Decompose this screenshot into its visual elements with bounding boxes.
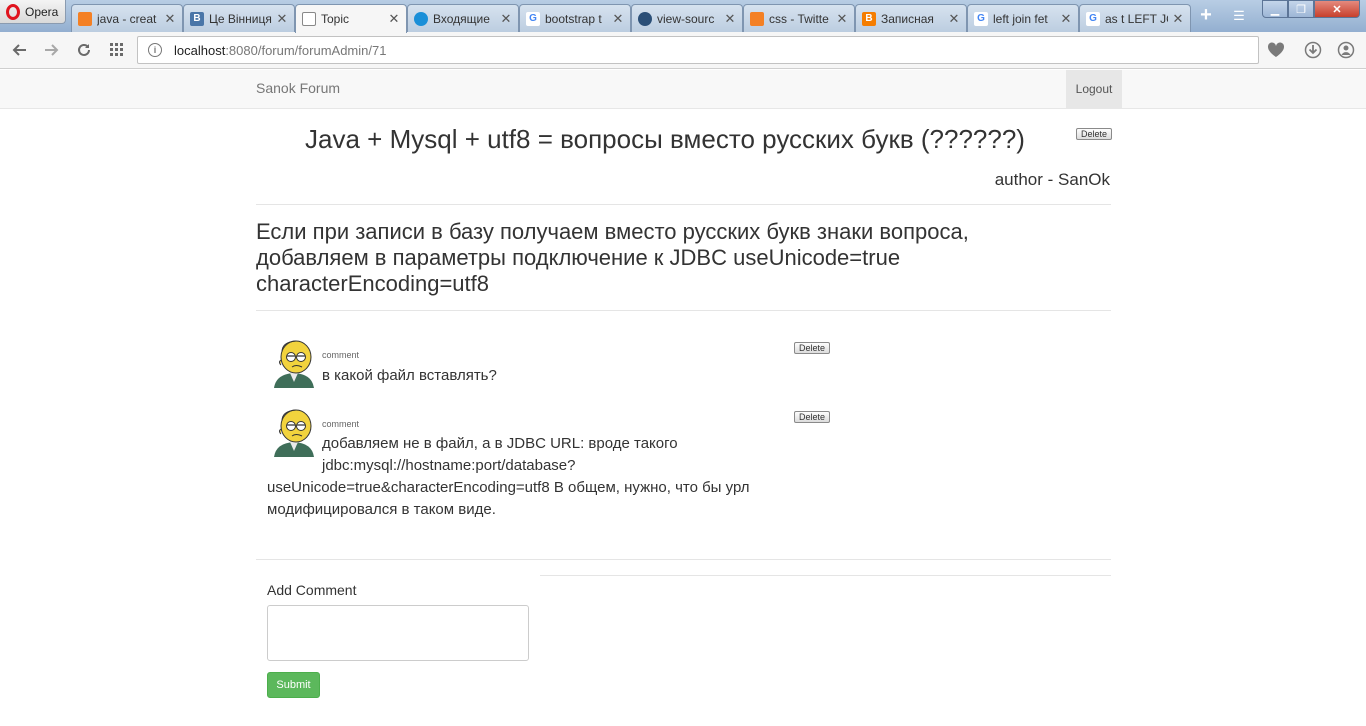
tab-close-icon[interactable]: ✕ xyxy=(500,11,512,27)
comment-label: comment xyxy=(322,419,360,429)
browser-tabstrip: Opera java - creat ✕ В Це Вінниця ✕ Topi… xyxy=(0,0,1366,33)
divider xyxy=(256,310,1111,311)
divider xyxy=(540,575,1111,576)
tab-bootstrap[interactable]: G bootstrap t ✕ xyxy=(519,4,631,32)
tab-close-icon[interactable]: ✕ xyxy=(1172,11,1184,27)
stackoverflow-icon xyxy=(750,11,764,26)
tab-title: view-sourc xyxy=(657,11,715,26)
tab-css-twitter[interactable]: css - Twitte ✕ xyxy=(743,4,855,32)
tab-close-icon[interactable]: ✕ xyxy=(724,11,736,27)
speed-dial-grid-icon[interactable] xyxy=(107,40,127,60)
divider xyxy=(256,204,1111,205)
page-icon xyxy=(302,12,316,26)
tab-title: css - Twitte xyxy=(769,11,829,26)
window-close-icon[interactable]: ✕ xyxy=(1314,0,1360,18)
comment-text-line: useUnicode=true&characterEncoding=utf8 В… xyxy=(267,479,750,496)
comment-text-line: добавляем не в файл, а в JDBC URL: вроде… xyxy=(322,435,678,452)
url-path: :8080/forum/forumAdmin/71 xyxy=(225,42,387,58)
site-info-icon[interactable]: i xyxy=(148,43,162,57)
vk-icon: В xyxy=(190,11,204,26)
tab-title: Записная xyxy=(881,11,934,26)
reload-icon[interactable] xyxy=(74,40,94,60)
tab-title: bootstrap t xyxy=(545,11,602,26)
topic-author: author - SanOk xyxy=(994,170,1110,189)
logout-link[interactable]: Logout xyxy=(1066,70,1122,108)
opera-menu-button[interactable]: Opera xyxy=(0,0,66,24)
tab-title: as t LEFT JO xyxy=(1105,11,1168,26)
tab-left-join[interactable]: G left join fet ✕ xyxy=(967,4,1079,32)
comment-item: comment в какой файл вставлять? xyxy=(267,340,797,390)
blogger-icon: B xyxy=(862,11,876,26)
tab-title: Входящие xyxy=(433,11,490,26)
tab-close-icon[interactable]: ✕ xyxy=(836,11,848,27)
tab-title: left join fet xyxy=(993,11,1048,26)
tab-topic[interactable]: Topic ✕ xyxy=(295,4,407,33)
window-minimize-icon[interactable]: ▁ xyxy=(1262,0,1288,18)
site-navbar: Sanok Forum Logout xyxy=(0,70,1366,109)
tab-java[interactable]: java - creat ✕ xyxy=(71,4,183,32)
new-tab-icon[interactable]: + xyxy=(1196,5,1216,26)
back-arrow-icon[interactable] xyxy=(10,40,30,60)
comment-label: comment xyxy=(322,350,360,360)
tab-close-icon[interactable]: ✕ xyxy=(164,11,176,27)
bookmark-heart-icon[interactable] xyxy=(1266,40,1286,60)
delete-topic-button[interactable]: Delete xyxy=(1076,128,1113,140)
comment-text-line: jdbc:mysql://hostname:port/database? xyxy=(322,457,576,474)
tab-close-icon[interactable]: ✕ xyxy=(388,11,400,27)
google-icon: G xyxy=(526,11,540,26)
tab-title: java - creat xyxy=(97,11,157,26)
avatar-mr-burns-icon xyxy=(274,409,314,457)
url-host: localhost xyxy=(174,42,226,58)
tab-notebook[interactable]: B Записная ✕ xyxy=(855,4,967,32)
opera-logo-icon xyxy=(6,3,20,20)
tab-menu-icon[interactable]: ☰ xyxy=(1231,8,1247,24)
add-comment-label: Add Comment xyxy=(267,582,357,598)
opera-menu-label: Opera xyxy=(25,4,59,19)
forward-arrow-icon[interactable] xyxy=(41,40,61,60)
mail-icon xyxy=(414,11,428,26)
stackoverflow-icon xyxy=(78,11,92,26)
google-icon: G xyxy=(1086,11,1100,26)
address-bar[interactable]: i localhost:8080/forum/forumAdmin/71 xyxy=(137,36,1259,64)
topic-body: Если при записи в базу получаем вместо р… xyxy=(256,219,969,296)
tab-close-icon[interactable]: ✕ xyxy=(276,11,288,27)
topic-title: Java + Mysql + utf8 = вопросы вместо рус… xyxy=(305,124,1025,154)
tab-close-icon[interactable]: ✕ xyxy=(948,11,960,27)
tab-as-t-left-join[interactable]: G as t LEFT JO ✕ xyxy=(1079,4,1191,32)
window-restore-icon[interactable]: ❐ xyxy=(1288,0,1314,18)
tab-vk[interactable]: В Це Вінниця ✕ xyxy=(183,4,295,32)
submit-button[interactable]: Submit xyxy=(267,672,320,698)
globe-icon xyxy=(638,11,652,26)
tab-view-source[interactable]: view-sourc ✕ xyxy=(631,4,743,32)
delete-comment-button[interactable]: Delete xyxy=(794,342,831,354)
google-icon: G xyxy=(974,11,988,26)
avatar-mr-burns-icon xyxy=(274,340,314,388)
comment-item: comment добавляем не в файл, а в JDBC UR… xyxy=(267,409,797,524)
comment-textarea[interactable] xyxy=(267,605,529,661)
tab-inbox[interactable]: Входящие ✕ xyxy=(407,4,519,32)
browser-toolbar: i localhost:8080/forum/forumAdmin/71 xyxy=(0,32,1366,69)
delete-comment-button[interactable]: Delete xyxy=(794,411,831,423)
comment-text-line: модифицировался в таком виде. xyxy=(267,501,496,518)
account-icon[interactable] xyxy=(1336,40,1356,60)
comment-text: в какой файл вставлять? xyxy=(322,367,497,384)
download-icon[interactable] xyxy=(1303,40,1323,60)
brand-link[interactable]: Sanok Forum xyxy=(256,80,340,96)
divider xyxy=(256,559,1111,560)
tab-title: Topic xyxy=(321,12,350,26)
tab-close-icon[interactable]: ✕ xyxy=(1060,11,1072,27)
tab-title: Це Вінниця xyxy=(209,11,272,26)
tab-close-icon[interactable]: ✕ xyxy=(612,11,624,27)
